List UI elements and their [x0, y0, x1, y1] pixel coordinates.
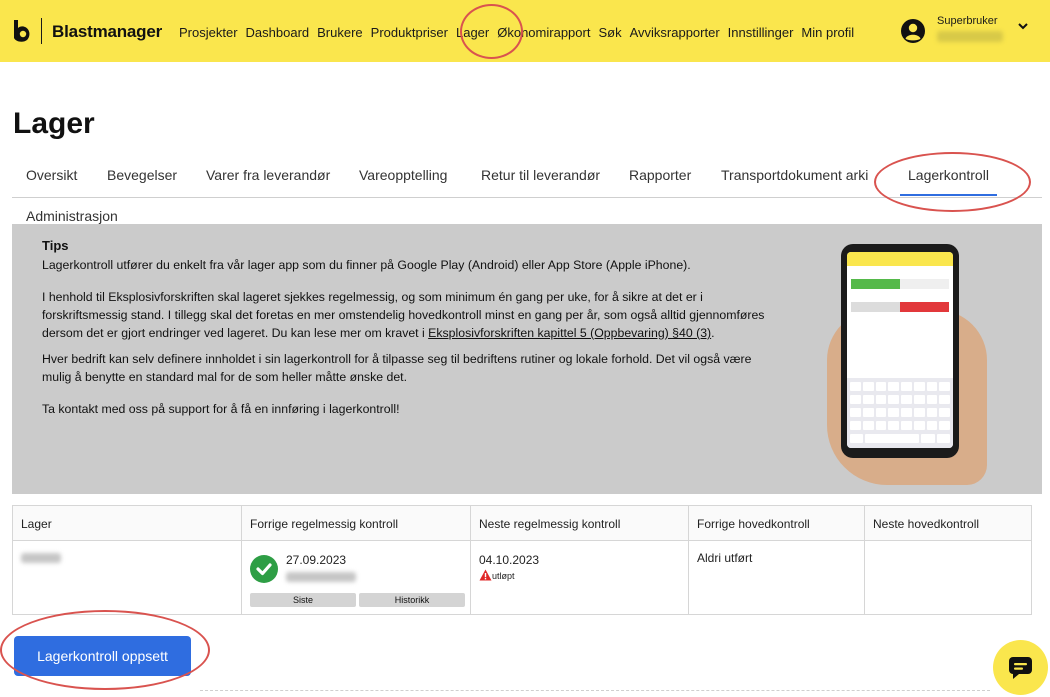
column-header-forrige-regelmessig: Forrige regelmessig kontroll — [242, 506, 471, 541]
phone-screen-buttons — [851, 279, 949, 289]
table-cell-neste-hovedkontroll — [865, 541, 1031, 614]
nav-item-avviksrapporter[interactable]: Avviksrapporter — [630, 25, 720, 40]
nav-item-produktpriser[interactable]: Produktpriser — [371, 25, 448, 40]
tips-paragraph-3a: Hver bedrift kan selv definere innholdet… — [42, 352, 752, 366]
footer-divider — [200, 690, 990, 691]
tab-administrasjon[interactable]: Administrasjon — [26, 208, 118, 224]
tips-paragraph-2c-text: dersom det er gjort endringer ved lagere… — [42, 326, 429, 340]
user-role-label: Superbruker — [937, 15, 998, 27]
nav-item-prosjekter[interactable]: Prosjekter — [179, 25, 238, 40]
phone-screen-row — [847, 270, 953, 276]
tips-paragraph-1: Lagerkontroll utfører du enkelt fra vår … — [42, 258, 691, 272]
table-cell-forrige-hovedkontroll: Aldri utført — [689, 541, 865, 614]
phone-screen — [847, 252, 953, 448]
nav-item-innstillinger[interactable]: Innstillinger — [728, 25, 794, 40]
chat-icon — [1009, 657, 1032, 679]
brand-name[interactable]: Blastmanager — [52, 22, 162, 42]
tips-title: Tips — [42, 238, 69, 253]
historikk-button[interactable]: Historikk — [359, 593, 465, 607]
tab-bar: Oversikt Bevegelser Varer fra leverandør… — [12, 166, 1042, 198]
prev-regular-date: 27.09.2023 — [286, 553, 347, 567]
nav-item-lager[interactable]: Lager — [456, 25, 489, 40]
warning-icon — [479, 569, 492, 581]
tab-lagerkontroll[interactable]: Lagerkontroll — [900, 167, 997, 196]
tab-vareopptelling[interactable]: Vareopptelling — [359, 167, 447, 183]
table-cell-forrige-regelmessig: 27.09.2023 Siste Historikk — [242, 541, 471, 614]
tips-panel: Tips Lagerkontroll utfører du enkelt fra… — [12, 224, 1042, 494]
phone-screen-buttons — [851, 302, 949, 312]
nav-item-okonomirapport[interactable]: Økonomirapport — [497, 25, 590, 40]
prev-main-status: Aldri utført — [697, 551, 753, 565]
tips-paragraph-2a: I henhold til Eksplosivforskriften skal … — [42, 290, 703, 304]
table-cell-lager — [13, 541, 242, 614]
phone-screen-row — [847, 293, 953, 299]
column-header-neste-hovedkontroll: Neste hovedkontroll — [865, 506, 1031, 541]
nav-item-min-profil[interactable]: Min profil — [801, 25, 854, 40]
nav-item-brukere[interactable]: Brukere — [317, 25, 363, 40]
next-regular-date: 04.10.2023 — [479, 553, 540, 567]
siste-button[interactable]: Siste — [250, 593, 356, 607]
column-header-lager: Lager — [13, 506, 242, 541]
nav-item-dashboard[interactable]: Dashboard — [246, 25, 310, 40]
main-nav: Prosjekter Dashboard Brukere Produktpris… — [179, 25, 854, 40]
tab-varer-fra-leverandor[interactable]: Varer fra leverandør — [206, 167, 330, 183]
lagerkontroll-table: Lager Forrige regelmessig kontroll Neste… — [12, 505, 1032, 615]
tips-paragraph-2c: dersom det er gjort endringer ved lagere… — [42, 324, 802, 342]
blastmanager-logo-icon[interactable] — [10, 19, 34, 43]
column-header-forrige-hovedkontroll: Forrige hovedkontroll — [689, 506, 865, 541]
user-company-blurred — [937, 31, 1003, 42]
tab-bevegelser[interactable]: Bevegelser — [107, 167, 177, 183]
tab-oversikt[interactable]: Oversikt — [26, 167, 77, 183]
user-avatar-icon[interactable] — [900, 18, 926, 44]
tips-paragraph-2-end: . — [711, 326, 715, 340]
tips-paragraph-2b: forskriftsmessig stand. I tillegg skal d… — [42, 308, 765, 322]
prev-regular-user-blurred — [286, 572, 356, 582]
lager-name-blurred — [21, 553, 61, 563]
top-navbar: Blastmanager Prosjekter Dashboard Bruker… — [0, 0, 1050, 62]
nav-item-sok[interactable]: Søk — [598, 25, 621, 40]
tab-rapporter[interactable]: Rapporter — [629, 167, 691, 183]
logo-divider — [41, 18, 42, 44]
tab-retur-til-leverandor[interactable]: Retur til leverandør — [481, 167, 600, 183]
eksplosivforskriften-link[interactable]: Eksplosivforskriften kapittel 5 (Oppbeva… — [428, 326, 711, 340]
check-circle-icon — [250, 555, 278, 583]
page-title: Lager — [13, 107, 95, 140]
column-header-neste-regelmessig: Neste regelmessig kontroll — [471, 506, 689, 541]
tab-transportdokument-arkiv[interactable]: Transportdokument arki — [721, 167, 868, 183]
chevron-down-icon[interactable] — [1016, 19, 1030, 33]
table-cell-neste-regelmessig: 04.10.2023 utløpt — [471, 541, 689, 614]
tips-paragraph-4: Ta kontakt med oss på support for å få e… — [42, 402, 400, 416]
expired-status: utløpt — [492, 571, 515, 581]
lagerkontroll-oppsett-button[interactable]: Lagerkontroll oppsett — [14, 636, 191, 676]
tips-paragraph-3b: mulig å benytte en standard mal for de s… — [42, 370, 407, 384]
phone-keyboard — [847, 378, 953, 448]
phone-screen-header — [847, 252, 953, 266]
chat-widget-button[interactable] — [993, 640, 1048, 695]
